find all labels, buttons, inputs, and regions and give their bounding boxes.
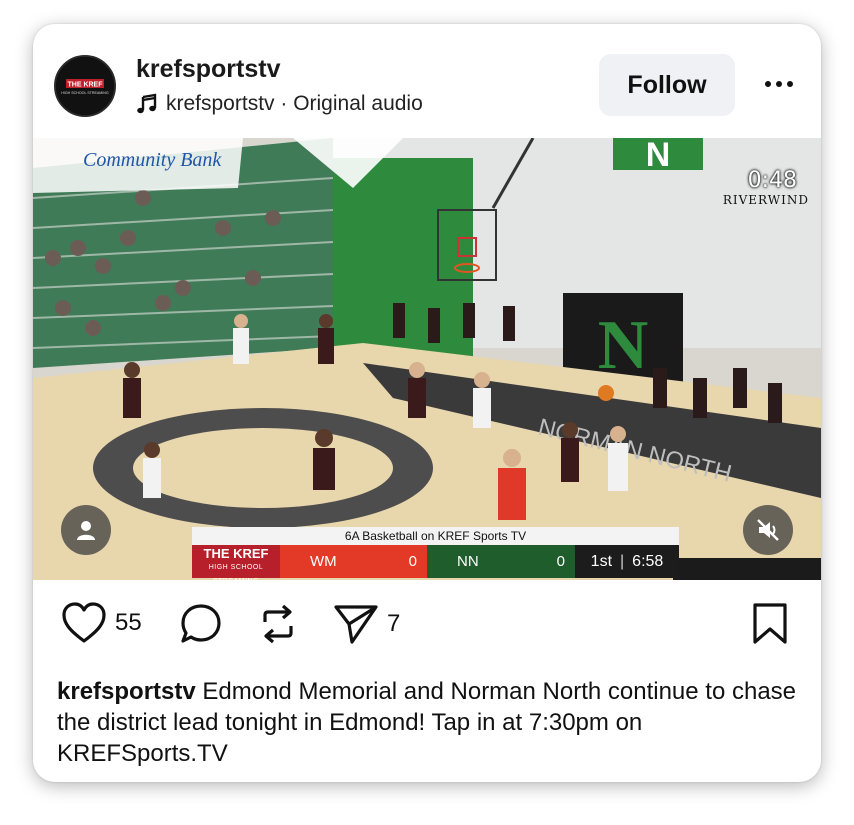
tagged-users-button[interactable] (61, 505, 111, 555)
more-options-icon[interactable] (761, 74, 797, 94)
scorebug-logo-subtext: HIGH SCHOOL STREAMING (208, 564, 264, 580)
team-wm-score: 0 (408, 553, 417, 570)
post-card: THE KREF HIGH SCHOOL STREAMING krefsport… (33, 24, 821, 782)
video-timer: 0:48 (747, 168, 797, 193)
video-player[interactable]: N Community Bank N NORMAN NORTH 0:48 RIV… (33, 138, 821, 580)
game-clock: 6:58 (632, 552, 664, 570)
avatar-logo-text: THE KREF (68, 82, 104, 89)
share-button[interactable]: 7 (333, 602, 400, 646)
period-label: 1st (590, 552, 613, 570)
audio-row[interactable]: krefsportstv · Original audio (136, 92, 423, 116)
scorebug: 6A Basketball on KREF Sports TV THE KREF… (192, 527, 679, 580)
send-icon (334, 605, 378, 644)
avatar-logo-subtext: HIGH SCHOOL STREAMING (61, 91, 109, 95)
avatar[interactable]: THE KREF HIGH SCHOOL STREAMING (54, 55, 116, 117)
repost-icon (263, 604, 293, 644)
caption-username[interactable]: krefsportstv (57, 678, 196, 705)
team-wm: WM 0 (280, 545, 427, 578)
repost-button[interactable] (257, 602, 299, 646)
scorebug-title: 6A Basketball on KREF Sports TV (192, 527, 679, 545)
bookmark-icon (753, 603, 787, 644)
post-caption: krefsportstv Edmond Memorial and Norman … (57, 676, 797, 769)
scorebug-logo-text: THE KREF (203, 546, 269, 561)
team-nn-score: 0 (556, 553, 565, 570)
user-icon (77, 521, 95, 540)
riverwind-watermark: RIVERWIND (722, 193, 809, 207)
username[interactable]: krefsportstv (136, 55, 281, 84)
save-button[interactable] (751, 602, 789, 646)
sponsor-banner-text: Community Bank (83, 149, 222, 171)
comment-icon (181, 604, 221, 643)
heart-icon (62, 602, 106, 643)
like-button[interactable]: 55 (61, 602, 142, 644)
team-nn: NN 0 (427, 545, 575, 578)
music-note-icon (137, 93, 157, 114)
scorebug-logo: THE KREF HIGH SCHOOL STREAMING (192, 545, 280, 580)
follow-button[interactable]: Follow (599, 54, 735, 116)
scorebug-bar: THE KREF HIGH SCHOOL STREAMING WM 0 NN 0… (192, 545, 679, 580)
like-count: 55 (115, 609, 142, 636)
team-nn-name: NN (457, 553, 479, 570)
speaker-muted-icon (757, 519, 779, 541)
comment-button[interactable] (179, 602, 223, 646)
mute-button[interactable] (743, 505, 793, 555)
post-header: THE KREF HIGH SCHOOL STREAMING krefsport… (33, 24, 821, 136)
audio-label: krefsportstv · Original audio (166, 92, 423, 115)
svg-text:N: N (646, 138, 671, 174)
share-count: 7 (387, 610, 401, 637)
action-bar: 55 7 (33, 602, 821, 658)
video-frame: N Community Bank N NORMAN NORTH (33, 138, 821, 580)
team-wm-name: WM (310, 553, 337, 570)
game-period: 1st | 6:58 (590, 552, 664, 570)
